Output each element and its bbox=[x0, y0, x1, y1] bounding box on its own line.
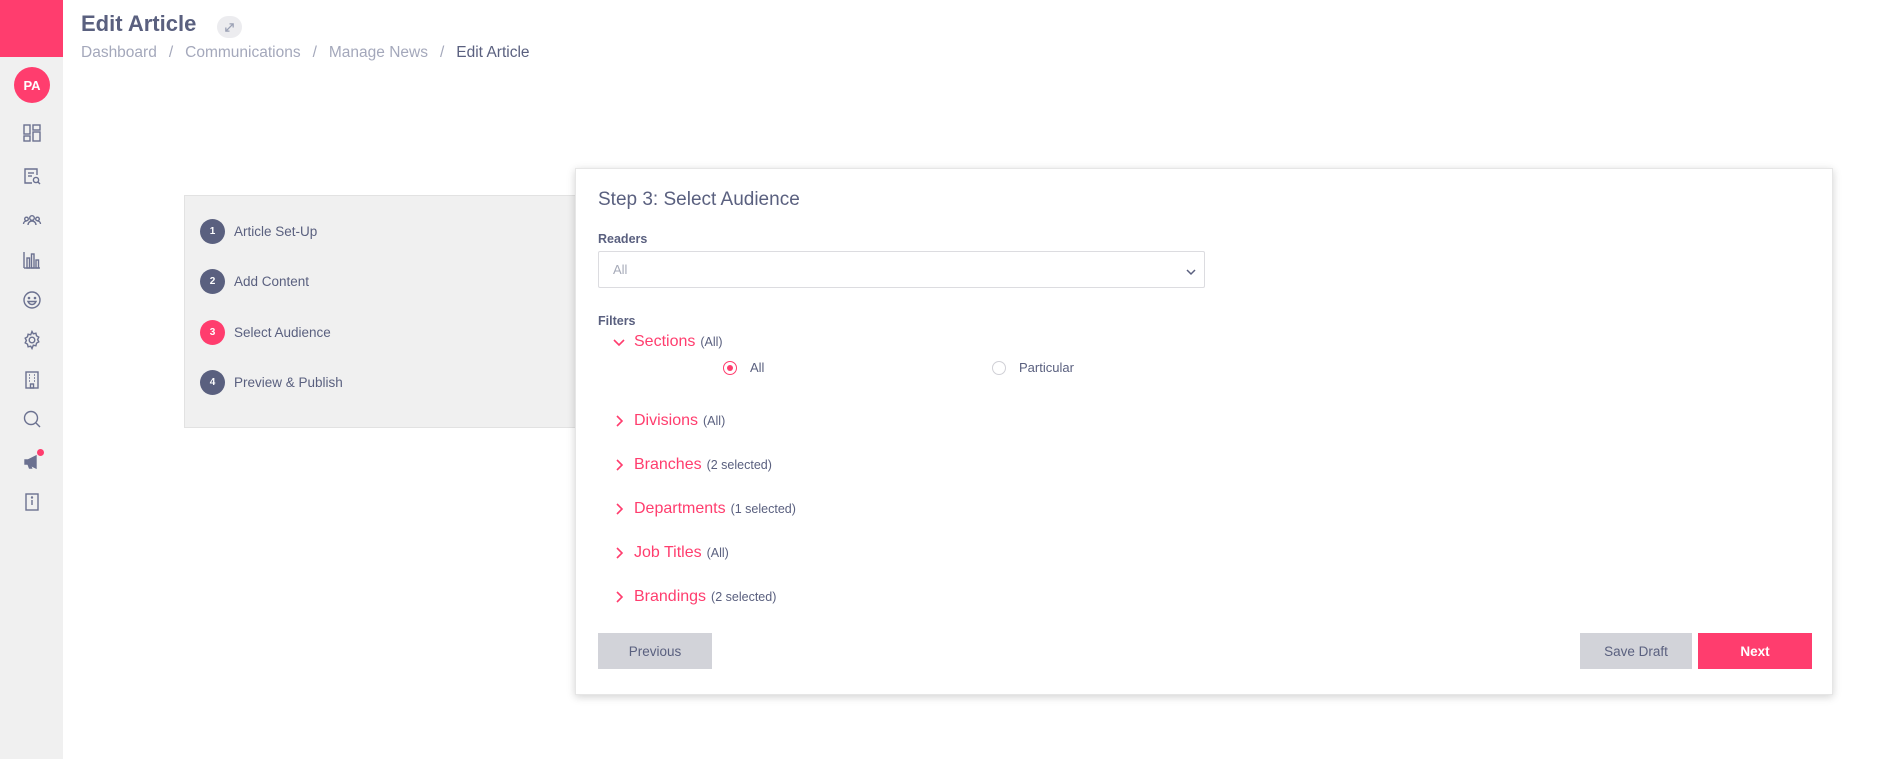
filter-detail: (2 selected) bbox=[706, 458, 772, 472]
step-number: 3 bbox=[200, 320, 225, 345]
building-icon[interactable] bbox=[20, 368, 44, 392]
radio-label: All bbox=[750, 360, 765, 375]
radio-button[interactable] bbox=[723, 360, 737, 375]
radio-button[interactable] bbox=[992, 360, 1006, 375]
breadcrumb-separator: / bbox=[439, 44, 445, 61]
step-number: 2 bbox=[200, 269, 225, 294]
chevron-right-icon bbox=[612, 502, 626, 516]
radio-sections-all[interactable]: All bbox=[723, 360, 764, 375]
filter-divisions[interactable]: Divisions (All) bbox=[612, 412, 725, 430]
user-avatar[interactable]: PA bbox=[14, 67, 50, 103]
radio-sections-particular[interactable]: Particular bbox=[992, 360, 1074, 375]
step-label: Article Set-Up bbox=[234, 224, 318, 239]
breadcrumb-link-communications[interactable]: Communications bbox=[185, 44, 300, 62]
previous-button[interactable]: Previous bbox=[598, 633, 712, 669]
breadcrumb-separator: / bbox=[168, 44, 174, 61]
chevron-down-icon bbox=[612, 335, 626, 349]
audience-form-card: Step 3: Select Audience Readers All Filt… bbox=[575, 168, 1833, 695]
filter-name: Departments bbox=[634, 500, 726, 517]
step-number: 4 bbox=[200, 370, 225, 395]
filter-detail: (2 selected) bbox=[711, 590, 777, 604]
dashboard-icon[interactable] bbox=[20, 121, 44, 145]
step-label: Preview & Publish bbox=[234, 375, 343, 390]
brand-logo[interactable] bbox=[0, 0, 63, 57]
step-label: Add Content bbox=[234, 274, 310, 289]
breadcrumb-link-dashboard[interactable]: Dashboard bbox=[81, 44, 157, 62]
analytics-icon[interactable] bbox=[20, 248, 44, 272]
step-number: 1 bbox=[200, 219, 225, 244]
breadcrumb-link-manage-news[interactable]: Manage News bbox=[329, 44, 428, 62]
notification-dot bbox=[37, 449, 44, 456]
readers-select[interactable]: All bbox=[598, 251, 1205, 288]
chevron-right-icon bbox=[612, 414, 626, 428]
wizard-steps: 1 Article Set-Up 2 Add Content 3 Select … bbox=[184, 195, 579, 428]
filter-sections[interactable]: Sections (All) bbox=[612, 333, 723, 351]
page-title: Edit Article bbox=[81, 11, 197, 36]
filter-name: Branches bbox=[634, 456, 702, 473]
readers-value: All bbox=[613, 262, 628, 277]
step-select-audience[interactable]: 3 Select Audience bbox=[200, 320, 331, 345]
document-search-icon[interactable] bbox=[20, 164, 44, 188]
directory-icon[interactable] bbox=[20, 490, 44, 514]
filter-departments[interactable]: Departments (1 selected) bbox=[612, 500, 796, 518]
chevron-right-icon bbox=[612, 546, 626, 560]
filter-detail: (1 selected) bbox=[730, 502, 796, 516]
form-title: Step 3: Select Audience bbox=[598, 189, 800, 210]
smiley-icon[interactable] bbox=[20, 288, 44, 312]
filter-job-titles[interactable]: Job Titles (All) bbox=[612, 544, 729, 562]
step-article-setup[interactable]: 1 Article Set-Up bbox=[200, 219, 317, 244]
filter-detail: (All) bbox=[703, 414, 726, 428]
breadcrumb: Dashboard / Communications / Manage News… bbox=[81, 44, 530, 62]
step-add-content[interactable]: 2 Add Content bbox=[200, 269, 309, 294]
breadcrumb-separator: / bbox=[312, 44, 317, 61]
chevron-down-icon bbox=[1186, 265, 1196, 276]
settings-icon[interactable] bbox=[20, 328, 44, 352]
filter-detail: (All) bbox=[706, 546, 729, 560]
filters-label: Filters bbox=[598, 314, 636, 328]
chevron-right-icon bbox=[612, 458, 626, 472]
step-preview-publish[interactable]: 4 Preview & Publish bbox=[200, 370, 343, 395]
filter-detail: (All) bbox=[700, 335, 723, 349]
radio-label: Particular bbox=[1019, 360, 1074, 375]
chevron-right-icon bbox=[612, 590, 626, 604]
filter-name: Sections bbox=[634, 333, 696, 350]
megaphone-icon[interactable] bbox=[20, 449, 44, 474]
search-icon[interactable] bbox=[20, 407, 44, 431]
save-draft-button[interactable]: Save Draft bbox=[1580, 633, 1692, 669]
expand-button[interactable] bbox=[217, 16, 242, 38]
expand-icon bbox=[225, 22, 234, 32]
filter-name: Divisions bbox=[634, 412, 699, 429]
breadcrumb-current: Edit Article bbox=[456, 44, 530, 61]
readers-label: Readers bbox=[598, 232, 648, 246]
filter-brandings[interactable]: Brandings (2 selected) bbox=[612, 588, 776, 606]
team-icon[interactable] bbox=[20, 209, 44, 233]
step-label: Select Audience bbox=[234, 325, 331, 340]
filter-name: Job Titles bbox=[634, 544, 702, 561]
filter-name: Brandings bbox=[634, 588, 707, 605]
sidebar: PA bbox=[0, 0, 63, 759]
filter-branches[interactable]: Branches (2 selected) bbox=[612, 456, 772, 474]
next-button[interactable]: Next bbox=[1698, 633, 1812, 669]
